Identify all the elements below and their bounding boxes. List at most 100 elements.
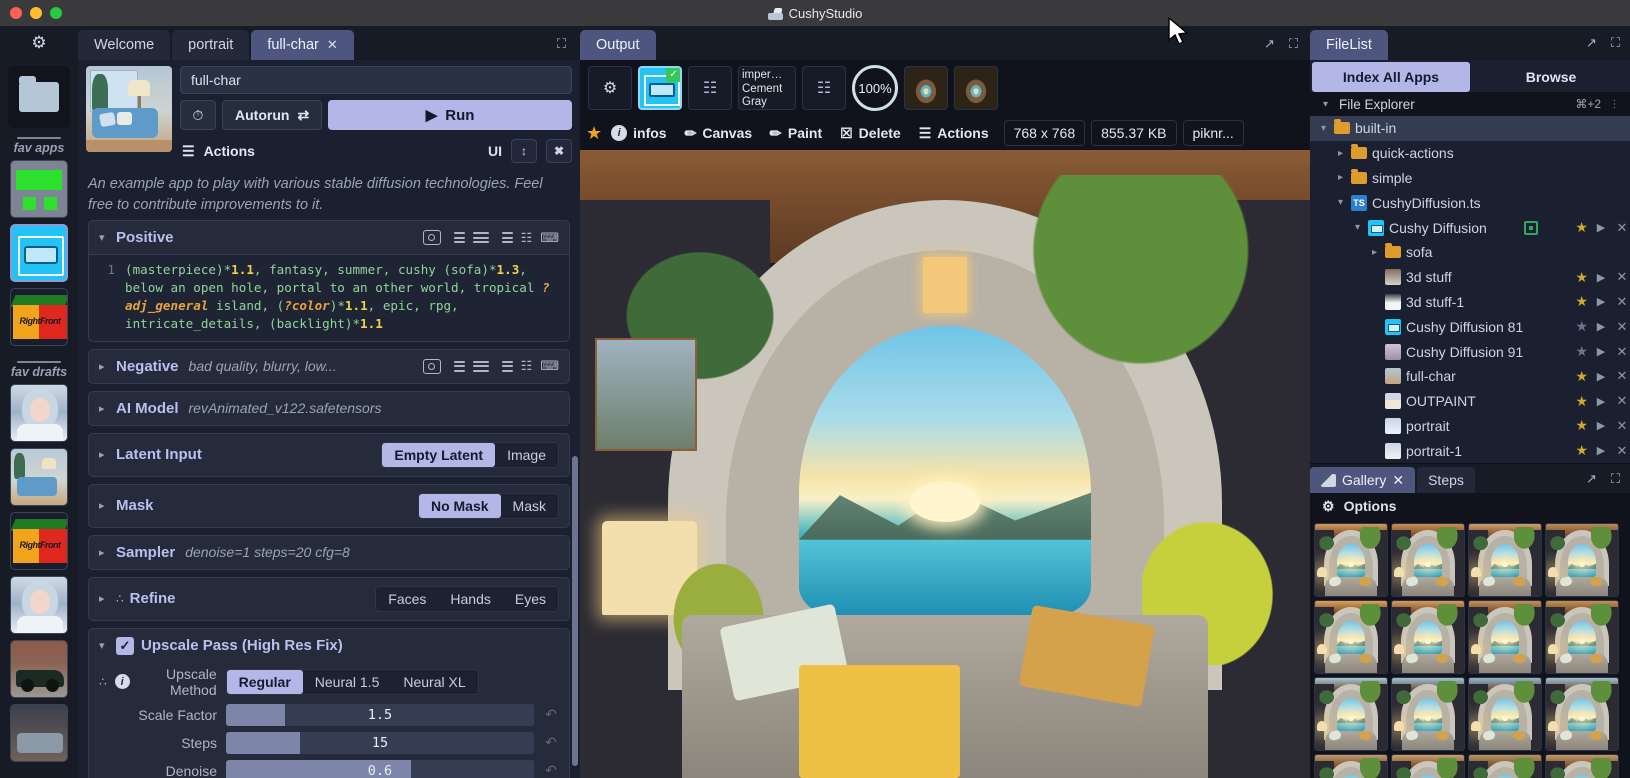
tab-gallery[interactable]: Gallery ✕	[1310, 467, 1416, 494]
chevron-right-icon[interactable]: ▸	[99, 402, 109, 415]
star-icon[interactable]: ★	[1575, 442, 1588, 459]
result-thumbnail-2[interactable]	[954, 66, 998, 110]
play-icon[interactable]: ▶	[1593, 419, 1609, 432]
file-tree-row[interactable]: portrait ★ ▶ ✕	[1310, 414, 1630, 439]
field-sampler[interactable]: ▸ Sampler denoise=1 steps=20 cfg=8	[88, 534, 570, 570]
collapse-toggle-icon[interactable]: ↕	[511, 139, 537, 163]
form-scrollbar[interactable]	[572, 456, 578, 767]
upscale-checkbox[interactable]: ✓	[116, 636, 134, 655]
denoise-slider[interactable]: 0.6	[226, 759, 534, 778]
close-icon[interactable]: ✕	[1614, 294, 1630, 310]
fav-draft-rubik-cube[interactable]: RightFront	[10, 512, 68, 570]
fav-draft-vintage-car[interactable]	[10, 640, 68, 698]
gallery-thumbnail[interactable]	[1468, 754, 1542, 778]
star-icon[interactable]: ★	[1575, 417, 1588, 434]
field-sampler-header[interactable]: ▸ Sampler denoise=1 steps=20 cfg=8	[89, 536, 569, 569]
gallery-thumbnail[interactable]	[1468, 600, 1542, 675]
play-icon[interactable]: ▶	[1593, 370, 1609, 383]
chevron-right-icon[interactable]: ▸	[99, 592, 109, 605]
actions-label[interactable]: Actions	[204, 143, 255, 159]
canvas-button[interactable]: ✎ Canvas	[676, 121, 762, 146]
mask-option-mask[interactable]: Mask	[501, 494, 558, 518]
star-icon[interactable]: ★	[1575, 219, 1588, 236]
refine-option-faces[interactable]: Faces	[376, 587, 438, 611]
field-latent-input[interactable]: ▸ Latent Input Empty Latent Image	[88, 432, 570, 477]
chevron-down-icon[interactable]: ▾	[1352, 222, 1363, 233]
fav-app-cushy-diffusion[interactable]	[10, 224, 68, 282]
expand-icon[interactable]: ⛶	[1289, 36, 1298, 52]
ui-label[interactable]: UI	[488, 143, 502, 159]
eye-box-icon[interactable]	[422, 358, 441, 374]
expand-icon[interactable]: ⛶	[1611, 35, 1620, 51]
close-icon[interactable]: ✕	[1614, 443, 1630, 459]
latent-option-empty-latent[interactable]: Empty Latent	[382, 442, 496, 467]
file-explorer-header[interactable]: ▾ File Explorer ⌘+2 ⋮	[1310, 92, 1630, 116]
chevron-right-icon[interactable]: ▸	[99, 448, 109, 461]
lines-icon[interactable]	[472, 360, 489, 372]
expand-icon[interactable]: ⛶	[1611, 471, 1620, 487]
star-icon[interactable]: ★	[1575, 318, 1588, 335]
ordered-list-icon[interactable]	[449, 232, 465, 244]
star-icon[interactable]: ★	[1575, 368, 1588, 385]
play-icon[interactable]: ▶	[1593, 295, 1609, 308]
star-icon[interactable]: ★	[586, 123, 602, 144]
gallery-thumbnail[interactable]	[1391, 677, 1465, 752]
play-icon[interactable]: ▶	[1593, 395, 1609, 408]
close-icon[interactable]: ✕	[1614, 344, 1630, 360]
close-icon[interactable]: ✕	[1614, 368, 1630, 384]
file-tree-row[interactable]: 3d stuff ★ ▶ ✕	[1310, 265, 1630, 290]
gallery-thumbnail[interactable]	[1314, 523, 1388, 598]
info-icon[interactable]: i	[114, 674, 130, 690]
file-tree-row[interactable]: portrait-1 ★ ▶ ✕	[1310, 438, 1630, 463]
gallery-options-row[interactable]: ⚙ Options	[1310, 493, 1630, 520]
settings-gear-icon[interactable]: ⚙	[0, 26, 78, 60]
field-mask-header[interactable]: ▸ Mask No Mask Mask	[89, 485, 569, 527]
field-mask[interactable]: ▸ Mask No Mask Mask	[88, 483, 570, 528]
lines-icon[interactable]	[472, 232, 489, 244]
fav-app-green[interactable]	[10, 160, 68, 218]
chevron-right-icon[interactable]: ▸	[99, 360, 109, 373]
stopwatch-icon[interactable]: ⏱	[180, 100, 216, 130]
upscale-method-neural-15[interactable]: Neural 1.5	[303, 670, 392, 694]
file-tree-row[interactable]: Cushy Diffusion 81 ★ ▶ ✕	[1310, 314, 1630, 339]
gallery-thumbnail[interactable]	[1545, 600, 1619, 675]
chevron-down-icon[interactable]: ▾	[1320, 99, 1331, 110]
fav-draft-portrait-2[interactable]	[10, 576, 68, 634]
gallery-thumbnail[interactable]	[1314, 600, 1388, 675]
gallery-thumbnail[interactable]	[1314, 677, 1388, 752]
field-ai-model[interactable]: ▸ AI Model revAnimated_v122.safetensors	[88, 390, 570, 426]
hamburger-icon[interactable]: ☰	[182, 143, 195, 160]
progress-indicator[interactable]: 100%	[852, 65, 898, 111]
play-icon[interactable]: ▶	[1593, 271, 1609, 284]
reset-icon[interactable]: ↶	[543, 734, 559, 751]
gallery-thumbnail[interactable]	[1391, 523, 1465, 598]
file-tree-row[interactable]: ▾ built-in	[1310, 116, 1630, 141]
field-refine[interactable]: ▸ ∴ Refine Faces Hands Eyes	[88, 576, 570, 621]
ordered-list-2-icon[interactable]	[497, 232, 513, 244]
result-thumbnail-1[interactable]	[904, 66, 948, 110]
maximize-window-button[interactable]	[50, 7, 62, 19]
fav-draft-portrait[interactable]	[10, 384, 68, 442]
play-icon[interactable]: ▶	[1593, 320, 1609, 333]
gallery-thumbnail[interactable]	[1391, 754, 1465, 778]
file-tree-row[interactable]: ▾ TS CushyDiffusion.ts	[1310, 190, 1630, 215]
close-icon[interactable]: ✕	[1614, 220, 1630, 236]
node-graph-button-2[interactable]: ☷	[802, 66, 846, 110]
refine-option-hands[interactable]: Hands	[438, 587, 502, 611]
chevron-down-icon[interactable]: ▾	[1318, 123, 1329, 134]
file-tree-row[interactable]: Cushy Diffusion 91 ★ ▶ ✕	[1310, 339, 1630, 364]
fav-draft-living-room[interactable]	[10, 448, 68, 506]
scale-factor-slider[interactable]: 1.5	[226, 703, 534, 726]
expand-icon[interactable]: ⛶	[557, 36, 566, 52]
upscale-method-regular[interactable]: Regular	[226, 669, 303, 694]
tab-welcome[interactable]: Welcome	[78, 30, 171, 60]
keyboard-icon[interactable]: ⌨	[540, 230, 559, 246]
ordered-list-icon[interactable]	[449, 360, 465, 372]
imper-cement-gray-button[interactable]: imper… Cement Gray	[738, 66, 796, 110]
field-positive-header[interactable]: ▾ Positive ☷ ⌨	[89, 221, 569, 254]
chevron-right-icon[interactable]: ▸	[99, 499, 109, 512]
file-tree-row[interactable]: full-char ★ ▶ ✕	[1310, 364, 1630, 389]
browse-button[interactable]: Browse	[1472, 62, 1630, 92]
play-icon[interactable]: ▶	[1593, 444, 1609, 457]
collapse-icon[interactable]: ⋮	[1609, 99, 1620, 110]
